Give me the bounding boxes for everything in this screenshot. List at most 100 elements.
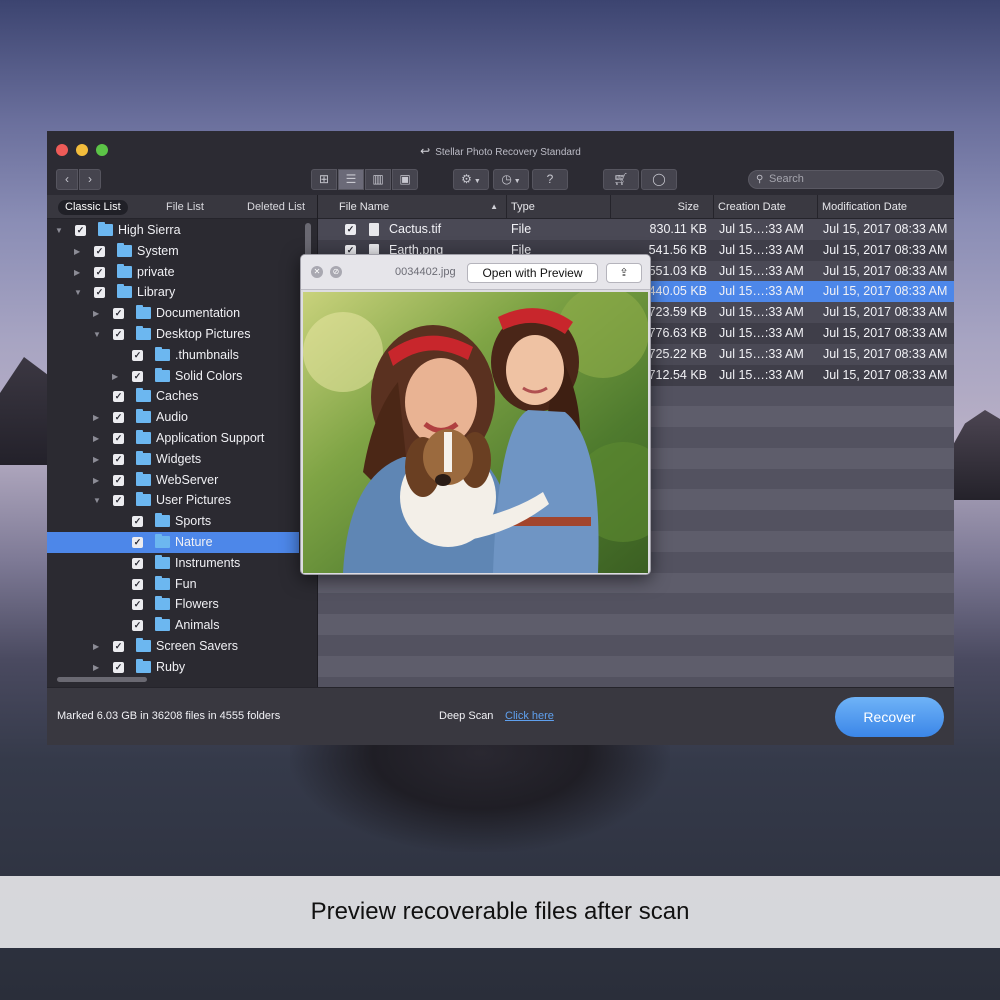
- column-header-modification-date[interactable]: Modification Date: [818, 195, 954, 219]
- tree-item[interactable]: ✓ Sports: [47, 511, 299, 532]
- account-button[interactable]: ◯: [641, 169, 677, 190]
- tree-item-label: Screen Savers: [156, 639, 238, 653]
- tree-item-checkbox[interactable]: ✓: [113, 308, 124, 320]
- tree-item-checkbox[interactable]: ✓: [113, 641, 124, 652]
- tree-item-checkbox[interactable]: ✓: [132, 557, 143, 569]
- view-columns-button[interactable]: ▥: [365, 169, 391, 190]
- tree-item[interactable]: ✓ .thumbnails: [47, 345, 299, 366]
- tree-item-checkbox[interactable]: ✓: [94, 266, 105, 278]
- tree-item-checkbox[interactable]: ✓: [113, 661, 124, 673]
- disclosure-collapsed-icon[interactable]: ▶: [112, 366, 118, 387]
- view-grid-button[interactable]: ⊞: [311, 169, 337, 190]
- row-checkbox[interactable]: ✓: [345, 224, 356, 235]
- disclosure-collapsed-icon[interactable]: ▶: [93, 407, 99, 428]
- deep-scan-link[interactable]: Click here: [505, 710, 554, 722]
- tree-item[interactable]: ▶ ✓ Screen Savers: [47, 636, 299, 657]
- disclosure-collapsed-icon[interactable]: ▶: [93, 449, 99, 470]
- tree-item[interactable]: ✓ Fun: [47, 574, 299, 595]
- tree-item[interactable]: ▼ ✓ Desktop Pictures: [47, 324, 299, 345]
- disclosure-collapsed-icon[interactable]: ▶: [74, 262, 80, 283]
- settings-menu-button[interactable]: ⚙ ▼: [453, 169, 489, 190]
- tree-item[interactable]: ▶ ✓ Application Support: [47, 428, 299, 449]
- tree-item-checkbox[interactable]: ✓: [132, 578, 143, 590]
- history-menu-button[interactable]: ◷ ▼: [493, 169, 529, 190]
- cell-creation-date: Jul 15…:33 AM: [719, 222, 804, 236]
- tree-item-checkbox[interactable]: ✓: [132, 370, 143, 382]
- column-header-type[interactable]: Type: [507, 195, 611, 219]
- view-coverflow-button[interactable]: ▣: [392, 169, 418, 190]
- tree-item-checkbox[interactable]: ✓: [113, 495, 124, 507]
- tree-item[interactable]: ▶ ✓ Audio: [47, 407, 299, 428]
- disclosure-expanded-icon[interactable]: ▼: [93, 490, 101, 511]
- tree-item-checkbox[interactable]: ✓: [75, 225, 86, 236]
- tab-file-list[interactable]: File List: [166, 200, 204, 215]
- cell-creation-date: Jul 15…:33 AM: [719, 326, 804, 340]
- tree-item[interactable]: ▶ ✓ Documentation: [47, 303, 299, 324]
- tree-item-checkbox[interactable]: ✓: [132, 349, 143, 361]
- folder-icon: [155, 367, 170, 382]
- tree-item-checkbox[interactable]: ✓: [113, 453, 124, 465]
- tree-item-checkbox[interactable]: ✓: [113, 329, 124, 340]
- tree-item-checkbox[interactable]: ✓: [113, 412, 124, 424]
- tree-item-label: Animals: [175, 618, 220, 633]
- tab-classic-list[interactable]: Classic List: [58, 200, 128, 215]
- tree-item-label: User Pictures: [156, 493, 232, 508]
- disclosure-collapsed-icon[interactable]: ▶: [93, 303, 99, 324]
- tree-item[interactable]: ▶ ✓ private: [47, 262, 299, 283]
- help-button[interactable]: ?: [532, 169, 568, 190]
- tree-item-checkbox[interactable]: ✓: [113, 474, 124, 486]
- column-header-file-name[interactable]: File Name ▲: [318, 195, 507, 219]
- tree-item-checkbox[interactable]: ✓: [94, 245, 105, 257]
- tree-item-label: High Sierra: [118, 223, 181, 237]
- tree-item[interactable]: ✓ Nature: [47, 532, 299, 553]
- fullscreen-icon[interactable]: ⊘: [330, 266, 342, 278]
- cell-creation-date: Jul 15…:33 AM: [719, 284, 804, 299]
- recover-button[interactable]: Recover: [835, 697, 944, 737]
- disclosure-collapsed-icon[interactable]: ▶: [93, 470, 99, 491]
- disclosure-collapsed-icon[interactable]: ▶: [93, 657, 99, 678]
- nav-forward-button[interactable]: ›: [79, 169, 101, 190]
- tree-item[interactable]: ✓ Instruments: [47, 553, 299, 574]
- disclosure-collapsed-icon[interactable]: ▶: [93, 428, 99, 449]
- open-with-preview-button[interactable]: Open with Preview: [467, 263, 598, 283]
- disclosure-expanded-icon[interactable]: ▼: [74, 282, 82, 303]
- tree-item-checkbox[interactable]: ✓: [132, 599, 143, 611]
- tree-item[interactable]: ▼ ✓ High Sierra: [47, 220, 299, 241]
- cart-button[interactable]: 🛒︎: [603, 169, 639, 190]
- column-header-creation-date[interactable]: Creation Date: [714, 195, 818, 219]
- tree-item[interactable]: ▶ ✓ Widgets: [47, 449, 299, 470]
- tree-item[interactable]: ▶ ✓ Ruby: [47, 657, 299, 678]
- tree-item[interactable]: ▶ ✓ WebServer: [47, 470, 299, 491]
- view-list-button[interactable]: ☰: [338, 169, 364, 190]
- tree-item-checkbox[interactable]: ✓: [94, 287, 105, 299]
- search-input[interactable]: ⚲ Search: [748, 170, 944, 189]
- tree-item[interactable]: ▶ ✓ System: [47, 241, 299, 262]
- disclosure-expanded-icon[interactable]: ▼: [55, 220, 63, 241]
- cell-modification-date: Jul 15, 2017 08:33 AM: [823, 305, 948, 320]
- tree-item-label: Widgets: [156, 451, 202, 466]
- nav-back-button[interactable]: ‹: [56, 169, 78, 190]
- close-icon[interactable]: ✕: [311, 266, 323, 278]
- tree-item-checkbox[interactable]: ✓: [132, 537, 143, 548]
- tree-item[interactable]: ▼ ✓ User Pictures: [47, 490, 299, 511]
- tree-item-checkbox[interactable]: ✓: [113, 433, 124, 444]
- table-row[interactable]: ✓ Cactus.tif File 830.11 KB Jul 15…:33 AM Jul…: [318, 219, 954, 240]
- disclosure-expanded-icon[interactable]: ▼: [93, 324, 101, 345]
- tree-item[interactable]: ▶ ✓ Solid Colors: [47, 366, 299, 387]
- tree-item[interactable]: ✓ Caches: [47, 386, 299, 407]
- tree-item-checkbox[interactable]: ✓: [113, 391, 124, 403]
- cell-creation-date: Jul 15…:33 AM: [719, 367, 804, 382]
- tab-deleted-list[interactable]: Deleted List: [247, 200, 305, 215]
- column-header-size[interactable]: Size: [611, 195, 714, 219]
- tree-item-checkbox[interactable]: ✓: [132, 620, 143, 632]
- cell-modification-date: Jul 15, 2017 08:33 AM: [823, 284, 948, 299]
- tree-horizontal-scrollbar[interactable]: [57, 677, 147, 682]
- tree-item[interactable]: ✓ Flowers: [47, 594, 299, 615]
- disclosure-collapsed-icon[interactable]: ▶: [74, 241, 80, 262]
- disclosure-collapsed-icon[interactable]: ▶: [93, 636, 99, 657]
- tree-item[interactable]: ✓ Animals: [47, 615, 299, 636]
- tree-item[interactable]: ▼ ✓ Library: [47, 282, 299, 303]
- share-button[interactable]: ⇪: [606, 263, 642, 283]
- cell-modification-date: Jul 15, 2017 08:33 AM: [823, 326, 948, 340]
- tree-item-checkbox[interactable]: ✓: [132, 516, 143, 528]
